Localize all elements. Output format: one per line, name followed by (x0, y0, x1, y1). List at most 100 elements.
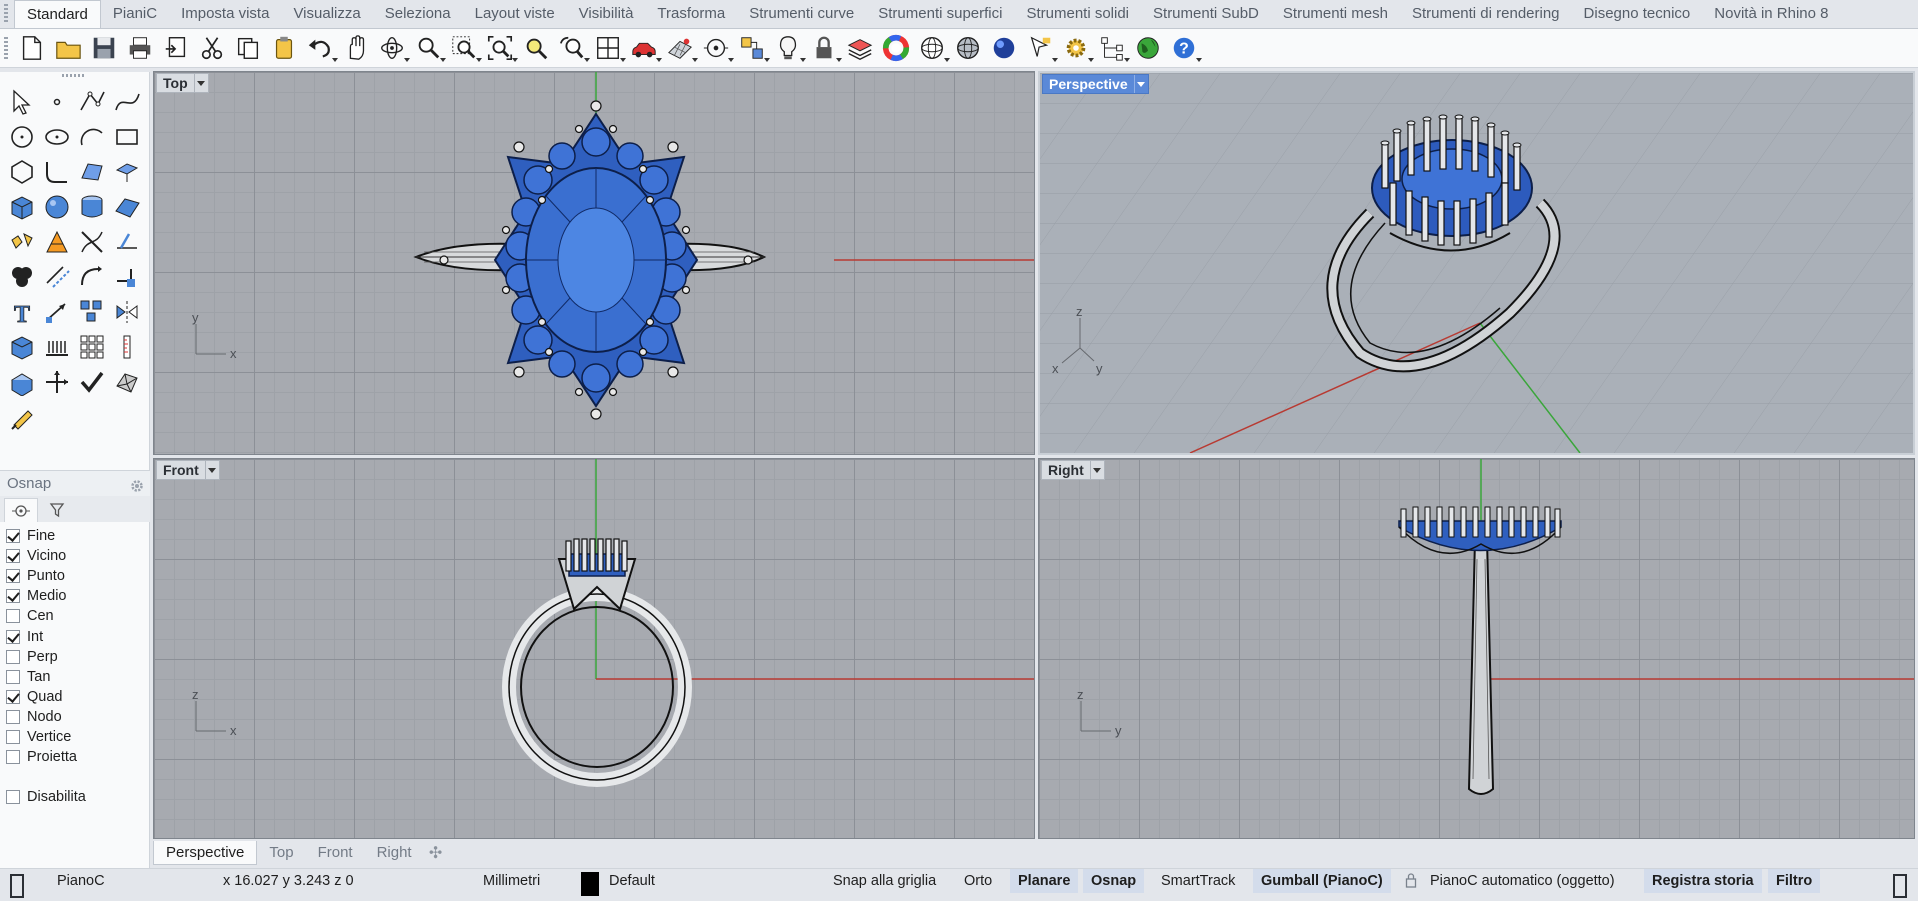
lock-icon[interactable] (1405, 869, 1417, 893)
osnap-checkbox[interactable] (6, 790, 20, 805)
viewport-tab-top[interactable]: Top (257, 841, 305, 865)
planar-toggle[interactable]: Planare (1010, 869, 1079, 893)
osnap-medio[interactable]: Medio (6, 586, 150, 606)
osnap-punto[interactable]: Punto (6, 566, 150, 586)
osnap-checkbox[interactable] (6, 689, 20, 704)
smarttrack-toggle[interactable]: SmartTrack (1153, 869, 1243, 893)
trim-icon[interactable] (109, 224, 144, 259)
osnap-fine[interactable]: Fine (6, 526, 150, 546)
patch-surface-icon[interactable] (109, 189, 144, 224)
node-tree-icon[interactable] (1096, 32, 1130, 64)
join-icon[interactable] (109, 259, 144, 294)
panel-toggle-icon[interactable] (10, 874, 24, 898)
lock-icon[interactable] (808, 32, 842, 64)
ribbon-tab-trasforma[interactable]: Trasforma (645, 0, 737, 28)
boolean-union-icon[interactable] (4, 259, 39, 294)
open-icon[interactable] (52, 32, 84, 64)
viewport-menu-arrow[interactable] (204, 461, 219, 479)
curve-icon[interactable] (109, 84, 144, 119)
ribbon-tab-strumenti-solidi[interactable]: Strumenti solidi (1014, 0, 1141, 28)
record-history-toggle[interactable]: Registra storia (1644, 869, 1762, 893)
globe-icon[interactable] (1132, 32, 1164, 64)
text-icon[interactable]: T (4, 294, 39, 329)
mesh-icon[interactable] (109, 364, 144, 399)
copy-icon[interactable] (232, 32, 264, 64)
viewport-perspective[interactable]: z x y Perspective (1038, 71, 1915, 455)
osnap-checkbox[interactable] (6, 609, 20, 624)
filter-icon[interactable] (736, 32, 770, 64)
ribbon-tab-strumenti-subd[interactable]: Strumenti SubD (1141, 0, 1271, 28)
ribbon-tab-layout-viste[interactable]: Layout viste (463, 0, 567, 28)
zoom-window-icon[interactable] (448, 32, 482, 64)
osnap-target-tab[interactable] (4, 498, 38, 522)
viewport-tab-right[interactable]: Right (365, 841, 424, 865)
osnap-checkbox[interactable] (6, 549, 20, 564)
osnap-tan[interactable]: Tan (6, 667, 150, 687)
offset-icon[interactable] (39, 259, 74, 294)
ribbon-tab-strumenti-mesh[interactable]: Strumenti mesh (1271, 0, 1400, 28)
help-icon[interactable]: ? (1168, 32, 1202, 64)
osnap-checkbox[interactable] (6, 669, 20, 684)
ribbon-tab-visibilit-[interactable]: Visibilità (567, 0, 646, 28)
osnap-checkbox[interactable] (6, 750, 20, 765)
gear-icon[interactable] (130, 476, 144, 502)
osnap-filter-tab[interactable] (40, 498, 74, 522)
extrude-surface-icon[interactable] (109, 154, 144, 189)
zoom-extents-icon[interactable] (484, 32, 518, 64)
import-icon[interactable] (160, 32, 192, 64)
planar-grid-icon[interactable] (664, 32, 698, 64)
ribbon-tab-strumenti-superfici[interactable]: Strumenti superfici (866, 0, 1014, 28)
auto-cplane-toggle[interactable]: PianoC automatico (oggetto) (1430, 869, 1615, 893)
move-icon[interactable] (39, 294, 74, 329)
zoom-selected-icon[interactable] (520, 32, 552, 64)
gear-icon[interactable] (1060, 32, 1094, 64)
shaded-sphere-icon[interactable] (952, 32, 984, 64)
osnap-checkbox[interactable] (6, 729, 20, 744)
osnap-checkbox[interactable] (6, 589, 20, 604)
circle-snap-icon[interactable] (700, 32, 734, 64)
rectangle-icon[interactable] (109, 119, 144, 154)
arc-icon[interactable] (74, 119, 109, 154)
pencil-eraser-icon[interactable] (4, 399, 39, 434)
gumball-move-icon[interactable] (39, 364, 74, 399)
ribbon-tab-novit-in-rhino-8[interactable]: Novità in Rhino 8 (1702, 0, 1840, 28)
viewport-menu-arrow[interactable] (193, 74, 208, 92)
viewport-top[interactable]: y x Top (153, 71, 1035, 455)
ribbon-tab-seleziona[interactable]: Seleziona (373, 0, 463, 28)
render-sphere-icon[interactable] (988, 32, 1020, 64)
print-icon[interactable] (124, 32, 156, 64)
new-icon[interactable] (16, 32, 48, 64)
osnap-checkbox[interactable] (6, 569, 20, 584)
car-icon[interactable] (628, 32, 662, 64)
maximize-panel-icon[interactable] (1893, 874, 1907, 898)
array-icon[interactable] (74, 294, 109, 329)
light-icon[interactable] (39, 329, 74, 364)
rotate-view-icon[interactable] (376, 32, 410, 64)
osnap-proietta[interactable]: Proietta (6, 747, 150, 767)
light-bulb-icon[interactable] (772, 32, 806, 64)
fillet-icon[interactable] (74, 259, 109, 294)
viewport-title-top[interactable]: Top (156, 73, 209, 93)
grid-array-icon[interactable] (74, 329, 109, 364)
osnap-checkbox[interactable] (6, 709, 20, 724)
add-viewport-icon[interactable]: ✣ (424, 843, 448, 863)
ribbon-tab-strumenti-di-rendering[interactable]: Strumenti di rendering (1400, 0, 1572, 28)
circle-icon[interactable] (4, 119, 39, 154)
layer-color-swatch[interactable] (581, 872, 599, 896)
split-icon[interactable] (74, 224, 109, 259)
wireframe-sphere-icon[interactable] (916, 32, 950, 64)
status-layer[interactable]: Default (609, 869, 655, 893)
extrude-solid-icon[interactable] (4, 364, 39, 399)
osnap-cen[interactable]: Cen (6, 606, 150, 626)
sphere-icon[interactable] (39, 189, 74, 224)
cylinder-icon[interactable] (74, 189, 109, 224)
boolean-icon[interactable] (39, 224, 74, 259)
zoom-icon[interactable] (412, 32, 446, 64)
ribbon-tab-pianic[interactable]: PianiC (101, 0, 169, 28)
viewport-front[interactable]: z x Front (153, 458, 1035, 839)
osnap-checkbox[interactable] (6, 629, 20, 644)
tabbar-grip[interactable] (4, 4, 8, 24)
ortho-toggle[interactable]: Orto (956, 869, 1000, 893)
mirror-icon[interactable] (109, 294, 144, 329)
save-icon[interactable] (88, 32, 120, 64)
